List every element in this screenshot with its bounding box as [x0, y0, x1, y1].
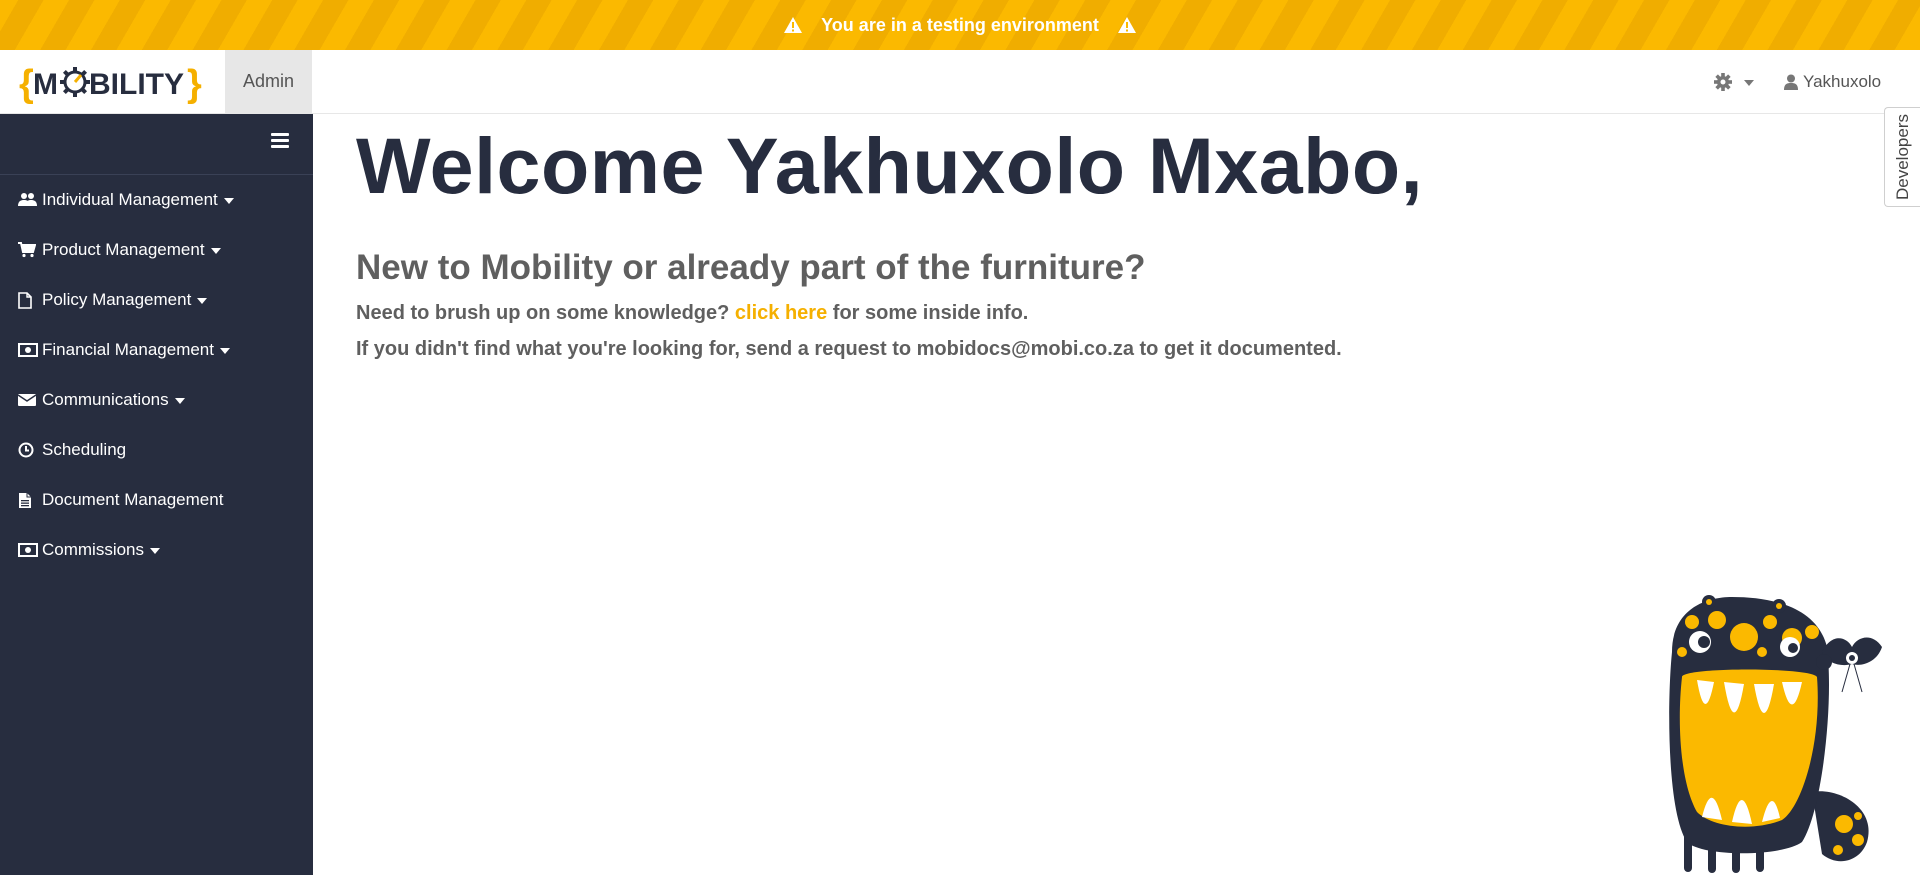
- chevron-down-icon: [174, 398, 185, 404]
- sidebar-item-product-management[interactable]: Product Management: [0, 225, 313, 275]
- sidebar-item-commissions[interactable]: Commissions: [0, 525, 313, 575]
- shopping-cart-icon: [18, 241, 38, 259]
- user-icon: [1784, 74, 1798, 90]
- gear-icon: [1714, 73, 1732, 91]
- sidebar-item-policy-management[interactable]: Policy Management: [0, 275, 313, 325]
- menu-toggle-icon[interactable]: [271, 133, 289, 149]
- developers-tab[interactable]: Developers: [1884, 107, 1920, 207]
- chevron-down-icon: [197, 298, 208, 304]
- file-icon: [18, 291, 38, 309]
- sidebar-item-financial-management[interactable]: Financial Management: [0, 325, 313, 375]
- welcome-subtitle: New to Mobility or already part of the f…: [356, 248, 1146, 287]
- top-navbar: { M BILITY } Admin Yakhuxolo Developers: [0, 50, 1920, 207]
- sidebar-item-label: Document Management: [42, 490, 224, 509]
- main-content: Welcome Yakhuxolo Mxabo, New to Mobility…: [356, 114, 1424, 360]
- settings-dropdown[interactable]: [1714, 70, 1754, 94]
- documentation-request-line: If you didn't find what you're looking f…: [356, 338, 1342, 360]
- sidebar-item-label: Financial Management: [42, 340, 214, 359]
- sidebar-item-label: Communications: [42, 390, 169, 409]
- knowledge-text: Need to brush up on some knowledge?: [356, 302, 730, 324]
- sidebar-item-label: Policy Management: [42, 290, 192, 309]
- money-icon: [18, 541, 38, 559]
- knowledge-text-after: for some inside info.: [832, 302, 1029, 324]
- chevron-down-icon: [210, 248, 221, 254]
- chevron-down-icon: [1744, 80, 1754, 86]
- banner-text: You are in a testing environment: [821, 14, 1099, 35]
- knowledge-line: Need to brush up on some knowledge? clic…: [356, 302, 1028, 325]
- click-here-link[interactable]: click here: [735, 302, 827, 324]
- warning-icon: [1117, 17, 1136, 33]
- logo-graphic: { M BILITY }: [19, 63, 202, 105]
- user-menu[interactable]: Yakhuxolo: [1784, 68, 1881, 96]
- svg-text:M: M: [33, 68, 58, 101]
- svg-text:BILITY: BILITY: [89, 68, 184, 101]
- chevron-down-icon: [219, 348, 230, 354]
- clock-icon: [18, 441, 38, 459]
- sidebar-item-label: Commissions: [42, 540, 145, 559]
- test-environment-banner: You are in a testing environment: [0, 0, 1920, 50]
- mobility-logo[interactable]: { M BILITY }: [0, 50, 224, 114]
- developers-tab-label: Developers: [1892, 114, 1912, 200]
- sidebar-item-scheduling[interactable]: Scheduling: [0, 425, 313, 475]
- user-name: Yakhuxolo: [1803, 72, 1882, 91]
- money-icon: [18, 341, 38, 359]
- admin-tab[interactable]: Admin: [225, 50, 312, 113]
- file-text-icon: [18, 491, 38, 509]
- envelope-icon: [18, 391, 38, 409]
- sidebar-item-document-management[interactable]: Document Management: [0, 475, 313, 525]
- svg-text:{: {: [19, 63, 34, 105]
- sidebar: Individual Management Product Management…: [0, 114, 313, 875]
- warning-icon: [784, 17, 803, 33]
- users-icon: [18, 191, 38, 209]
- welcome-heading: Welcome Yakhuxolo Mxabo,: [356, 121, 1424, 210]
- chevron-down-icon: [150, 548, 161, 554]
- sidebar-item-communications[interactable]: Communications: [0, 375, 313, 425]
- sidebar-item-individual-management[interactable]: Individual Management: [0, 175, 313, 225]
- sidebar-item-label: Scheduling: [42, 440, 127, 459]
- chevron-down-icon: [223, 198, 234, 204]
- sidebar-item-label: Individual Management: [42, 190, 218, 209]
- sidebar-item-label: Product Management: [42, 240, 205, 259]
- sidebar-menu: Individual Management Product Management…: [0, 175, 313, 575]
- svg-text:}: }: [187, 63, 202, 105]
- mascot-illustration: [1669, 595, 1882, 873]
